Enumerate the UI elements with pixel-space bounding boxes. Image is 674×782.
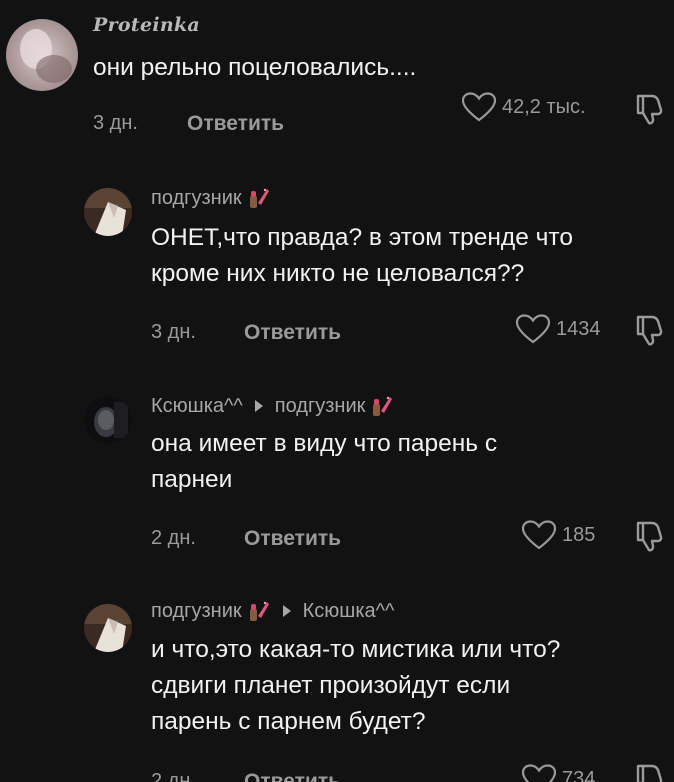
comments-list: Proteinka они рельно поцеловались.... 3 … [0,0,674,782]
reply-arrow-icon [282,605,291,617]
thumbs-down-icon [636,764,663,782]
comment-item: Ксюшка^^ подгузник она имеет в виду что … [0,380,674,580]
avatar[interactable] [84,396,132,444]
comment-author[interactable]: Proteinka [93,14,200,36]
nail-polish-emoji [368,393,394,419]
reply-button[interactable]: Ответить [244,321,341,345]
thumbs-down-icon [636,94,663,125]
reply-button[interactable]: Ответить [244,527,341,551]
like-count: 1434 [556,317,601,340]
thumbs-down-icon [636,521,663,552]
heart-icon [462,92,496,122]
reply-button[interactable]: Ответить [187,112,284,136]
comment-text: она имеет в виду что парень с парнеи [151,430,498,493]
like-count: 185 [562,523,596,546]
comment-item: Proteinka они рельно поцеловались.... 3 … [0,0,674,160]
comment-text: и что,это какая-то мистика или что? сдви… [151,636,561,735]
dislike-button[interactable] [634,762,666,782]
dislike-button[interactable] [634,92,666,126]
like-count: 42,2 тыс. [502,95,586,118]
dislike-button[interactable] [634,519,666,553]
like-button[interactable]: 42,2 тыс. [462,92,586,122]
heart-icon [522,520,556,550]
avatar[interactable] [84,188,132,236]
nail-polish-emoji [245,598,271,624]
comment-item: подгузник Ксюшка^^ и что,это какая-то ми… [0,592,674,782]
avatar[interactable] [84,604,132,652]
like-button[interactable]: 734 [522,764,595,782]
comment-time: 2 дн. [151,770,196,782]
heart-icon [522,764,556,782]
reply-to-author[interactable]: подгузник [275,395,366,418]
comment-author[interactable]: подгузник [151,185,271,211]
dislike-button[interactable] [634,313,666,347]
comment-time: 3 дн. [151,321,196,343]
comment-time: 3 дн. [93,112,138,134]
reply-arrow-icon [254,400,263,412]
comment-item: подгузник ОНЕТ,что правда? в этом тренде… [0,170,674,370]
comment-author[interactable]: подгузник Ксюшка^^ [151,598,394,624]
avatar[interactable] [6,19,78,91]
comment-text: они рельно поцеловались.... [93,54,417,81]
nail-polish-emoji [245,185,271,211]
like-button[interactable]: 185 [522,520,595,550]
reply-to-author[interactable]: Ксюшка^^ [303,600,395,623]
reply-button[interactable]: Ответить [244,770,341,782]
comment-time: 2 дн. [151,527,196,549]
heart-icon [516,314,550,344]
like-button[interactable]: 1434 [516,314,601,344]
comment-text: ОНЕТ,что правда? в этом тренде что кроме… [151,224,573,287]
thumbs-down-icon [636,315,663,346]
like-count: 734 [562,767,596,782]
comment-author[interactable]: Ксюшка^^ подгузник [151,393,394,419]
